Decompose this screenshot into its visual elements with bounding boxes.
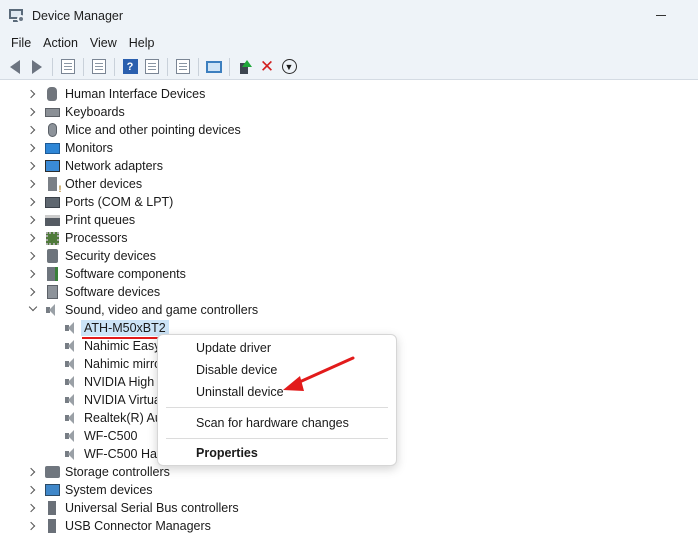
annotation-arrow-icon — [283, 356, 355, 391]
